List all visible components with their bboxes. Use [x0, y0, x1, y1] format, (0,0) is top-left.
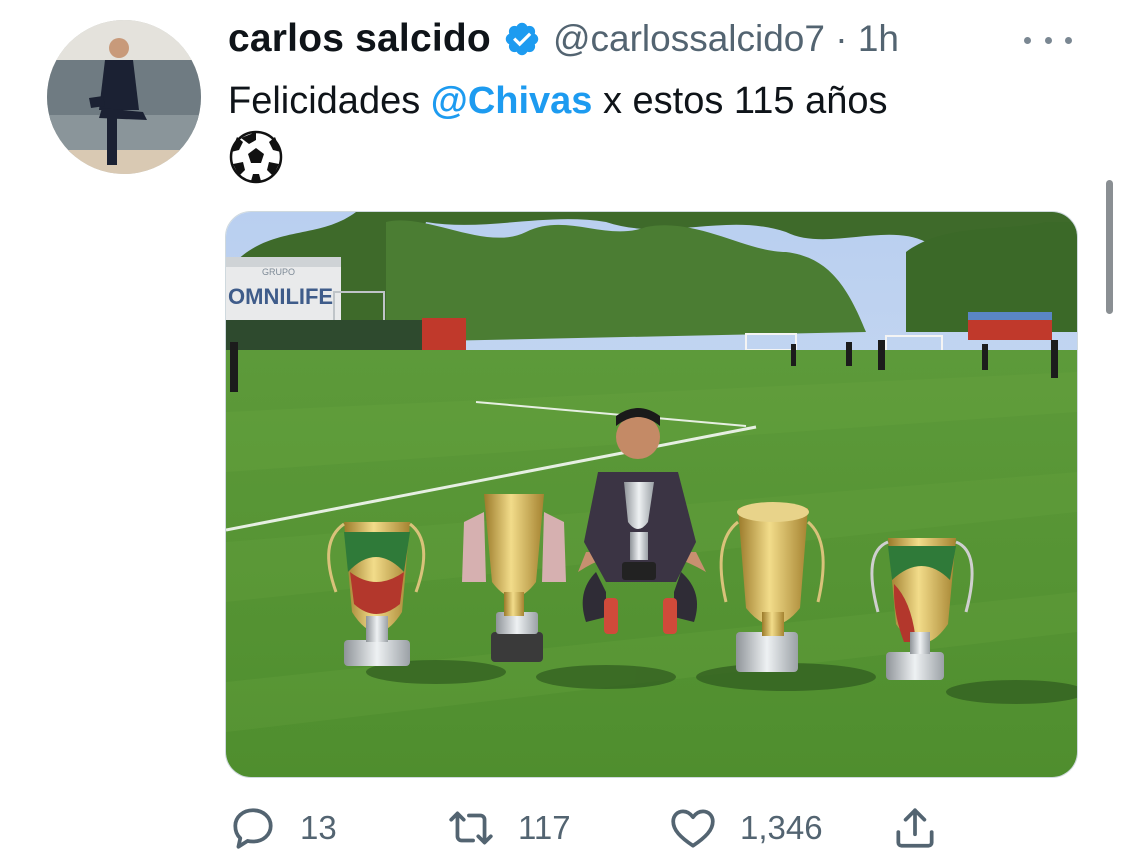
retweet-button[interactable]: 117	[446, 800, 571, 856]
like-count: 1,346	[740, 809, 823, 846]
trophies-photo: GRUPO OMNILIFE	[226, 212, 1077, 777]
more-options-icon[interactable]	[1024, 28, 1072, 52]
tweet-text-suffix: x estos 115 años	[592, 80, 888, 122]
like-button[interactable]: 1,346	[668, 800, 823, 856]
retweet-icon	[449, 811, 493, 845]
verified-badge-icon	[503, 20, 541, 58]
author-name[interactable]: carlos salcido	[228, 17, 491, 61]
share-icon	[896, 808, 934, 848]
tweet-text: Felicidades @Chivas x estos 115 años	[228, 76, 887, 126]
author-handle-time[interactable]: @carlossalcido7 · 1h	[553, 18, 899, 60]
retweet-count: 117	[518, 809, 571, 846]
avatar-photo	[47, 20, 201, 174]
tweet-header: carlos salcido @carlossalcido7 · 1h	[228, 14, 899, 64]
reply-count: 13	[300, 809, 337, 846]
author-avatar[interactable]	[47, 20, 201, 174]
banner-sub: GRUPO	[262, 267, 295, 277]
reply-icon	[233, 808, 273, 849]
soccer-ball-icon	[229, 130, 283, 184]
share-button[interactable]	[890, 800, 940, 856]
banner-text: OMNILIFE	[228, 284, 333, 309]
heart-icon	[671, 809, 715, 848]
mention-link[interactable]: @Chivas	[431, 80, 593, 122]
reply-button[interactable]: 13	[228, 800, 337, 856]
tweet-text-prefix: Felicidades	[228, 80, 431, 122]
tweet-media-image[interactable]: GRUPO OMNILIFE	[225, 211, 1078, 778]
scrollbar-thumb[interactable]	[1106, 180, 1113, 314]
tweet-actions: 13 117 1,346	[0, 800, 1124, 860]
